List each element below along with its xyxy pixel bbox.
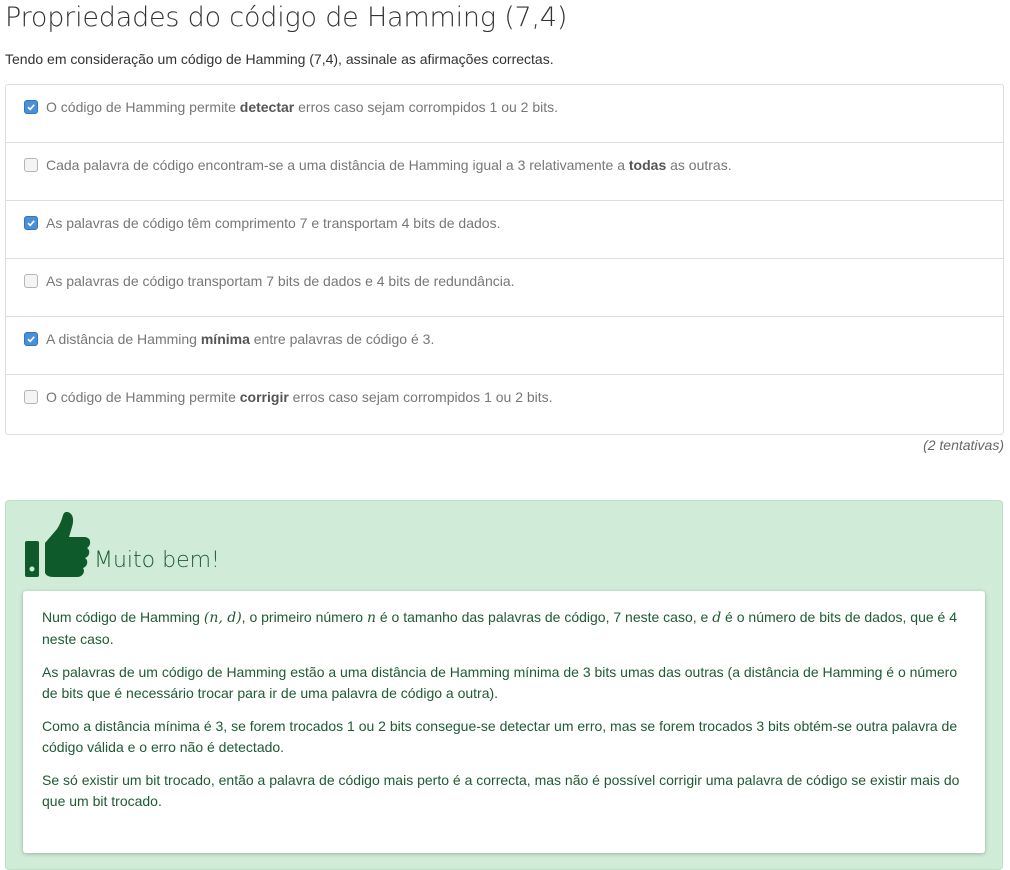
option-label: O código de Hamming permite corrigir err… bbox=[46, 389, 553, 405]
option-label: As palavras de código têm comprimento 7 … bbox=[46, 215, 501, 231]
explanation-paragraph: As palavras de um código de Hamming estã… bbox=[42, 664, 958, 701]
checkbox[interactable] bbox=[24, 390, 38, 404]
checkbox[interactable] bbox=[24, 216, 38, 230]
answer-option[interactable]: Cada palavra de código encontram-se a um… bbox=[6, 143, 1003, 201]
feedback-panel: Muito bem! Num código de Hamming (n, d),… bbox=[5, 500, 1003, 870]
checkbox[interactable] bbox=[24, 100, 38, 114]
answer-option[interactable]: O código de Hamming permite corrigir err… bbox=[6, 375, 1003, 434]
feedback-explanation: Num código de Hamming (n, d), o primeiro… bbox=[23, 591, 985, 853]
answer-option[interactable]: A distância de Hamming mínima entre pala… bbox=[6, 317, 1003, 375]
checkbox[interactable] bbox=[24, 158, 38, 172]
feedback-heading: Muito bem! bbox=[94, 548, 220, 573]
answer-option[interactable]: O código de Hamming permite detectar err… bbox=[6, 85, 1003, 143]
attempts-count: (2 tentativas) bbox=[923, 437, 1004, 453]
question-title: Propriedades do código de Hamming (7,4) bbox=[5, 2, 568, 33]
explanation-paragraph: Como a distância mínima é 3, se forem tr… bbox=[42, 718, 958, 755]
answer-options-list: O código de Hamming permite detectar err… bbox=[5, 84, 1004, 435]
checkbox[interactable] bbox=[24, 274, 38, 288]
option-label: O código de Hamming permite detectar err… bbox=[46, 99, 559, 115]
option-label: As palavras de código transportam 7 bits… bbox=[46, 273, 515, 289]
explanation-paragraph: Se só existir um bit trocado, então a pa… bbox=[42, 772, 960, 809]
answer-option[interactable]: As palavras de código têm comprimento 7 … bbox=[6, 201, 1003, 259]
explanation-paragraph: Num código de Hamming (n, d), o primeiro… bbox=[42, 609, 958, 647]
answer-option[interactable]: As palavras de código transportam 7 bits… bbox=[6, 259, 1003, 317]
thumbs-up-icon bbox=[25, 511, 91, 577]
option-label: A distância de Hamming mínima entre pala… bbox=[46, 331, 435, 347]
option-label: Cada palavra de código encontram-se a um… bbox=[46, 157, 732, 173]
checkbox[interactable] bbox=[24, 332, 38, 346]
question-instructions: Tendo em consideração um código de Hammi… bbox=[5, 51, 554, 67]
